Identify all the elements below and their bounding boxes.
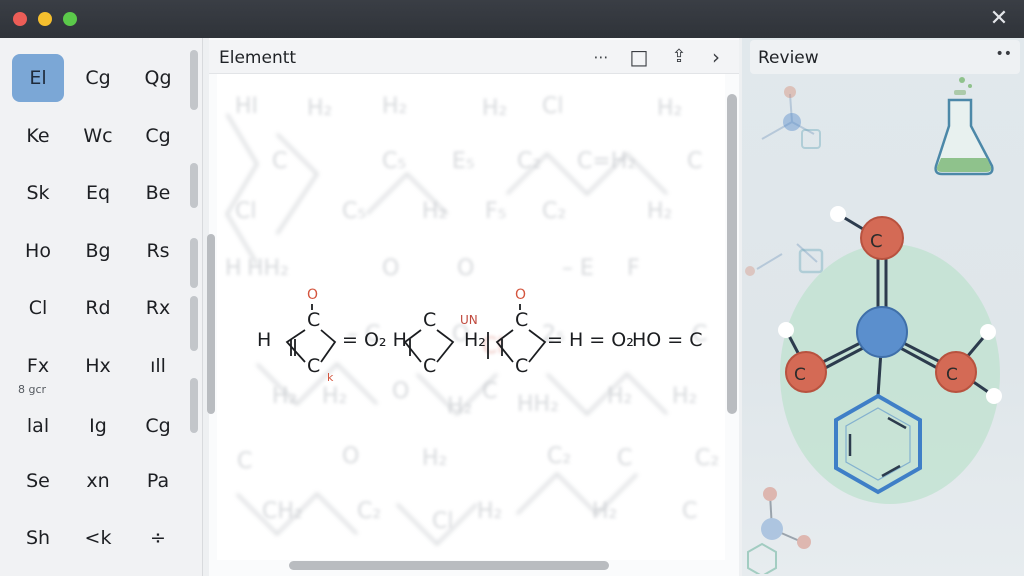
more-options-icon[interactable]: •• — [995, 46, 1012, 62]
svg-text:O: O — [307, 287, 318, 303]
svg-text:C: C — [515, 309, 528, 331]
review-title: Review — [758, 48, 819, 68]
molecule-3d-view[interactable]: C C C — [742, 74, 1024, 574]
svg-text:H₂: H₂ — [464, 329, 486, 351]
editor-horizontal-scrollbar[interactable] — [289, 561, 609, 570]
svg-text:UN: UN — [460, 313, 478, 327]
chevron-right-icon[interactable]: › — [706, 47, 726, 67]
palette-scrollbar-segment[interactable] — [190, 238, 198, 288]
editor-header: Elementt ⋯ □ ⇪ › — [209, 40, 739, 74]
element-cell[interactable]: Rx — [132, 284, 184, 332]
svg-text:k: k — [327, 371, 334, 384]
element-cell[interactable]: Sh — [12, 514, 64, 562]
flask-icon — [934, 77, 994, 176]
svg-text:C: C — [794, 365, 806, 385]
element-cell[interactable]: Ho — [12, 227, 64, 275]
element-cell[interactable]: Ig — [72, 402, 124, 450]
element-cell[interactable]: Cg — [72, 54, 124, 102]
element-cell[interactable]: Eq — [72, 169, 124, 217]
palette-caption: 8 gcr — [18, 383, 47, 396]
element-cell[interactable]: Qg — [132, 54, 184, 102]
svg-text:C: C — [423, 355, 436, 377]
palette-scrollbar-segment[interactable] — [190, 50, 198, 110]
window-square-icon[interactable]: □ — [629, 47, 649, 67]
svg-text:C: C — [307, 309, 320, 331]
element-cell[interactable]: Rd — [72, 284, 124, 332]
element-cell[interactable]: Pa — [132, 457, 184, 505]
svg-text:= O₂ H: = O₂ H — [342, 329, 407, 351]
element-cell[interactable]: Rs — [132, 227, 184, 275]
structural-formula[interactable]: H C = O₂ H C H₂ C = H = O₂ HO = C C C C … — [257, 284, 717, 394]
element-cell[interactable]: Be — [132, 169, 184, 217]
minimize-window-button[interactable] — [38, 12, 52, 26]
element-cell[interactable]: El — [12, 54, 64, 102]
review-header: Review •• — [750, 40, 1020, 74]
palette-scrollbar-segment[interactable] — [190, 163, 198, 208]
element-cell[interactable]: ÷ — [132, 514, 184, 562]
element-cell[interactable]: Ke — [12, 112, 64, 160]
elements-palette: El Cg Qg Ke Wc Cg Sk Eq Be Ho Bg Rs Cl Rd Rx Fx Hx ıll lal… — [0, 38, 203, 576]
element-cell[interactable]: Se — [12, 457, 64, 505]
close-icon[interactable]: ✕ — [986, 6, 1012, 32]
palette-scrollbar-segment[interactable] — [190, 378, 198, 433]
element-cell[interactable]: Cg — [132, 112, 184, 160]
share-icon[interactable]: ⇪ — [669, 47, 689, 67]
editor-left-scrollbar[interactable] — [207, 234, 215, 414]
svg-text:C: C — [423, 309, 436, 331]
svg-text:H: H — [257, 329, 271, 351]
element-cell[interactable]: Sk — [12, 169, 64, 217]
maximize-window-button[interactable] — [63, 12, 77, 26]
more-options-icon[interactable]: ⋯ — [591, 47, 611, 67]
review-panel: Review •• C C C — [742, 38, 1024, 576]
palette-scrollbar-segment[interactable] — [190, 296, 198, 351]
element-cell[interactable]: Hx — [72, 342, 124, 390]
element-cell[interactable]: Cl — [12, 284, 64, 332]
svg-text:C: C — [515, 355, 528, 377]
svg-text:O: O — [515, 287, 526, 303]
close-window-button[interactable] — [13, 12, 27, 26]
svg-text:= H = O₂: = H = O₂ — [547, 329, 634, 351]
svg-text:C: C — [307, 355, 320, 377]
svg-text:C: C — [870, 231, 883, 252]
element-cell[interactable]: Bg — [72, 227, 124, 275]
element-cell[interactable]: ıll — [132, 342, 184, 390]
editor-panel: Elementt ⋯ □ ⇪ › HI H₂ H₂ H₂ Cl H₂ C C₅ … — [207, 38, 739, 576]
app-window: El Cg Qg Ke Wc Cg Sk Eq Be Ho Bg Rs Cl Rd Rx Fx Hx ıll lal… — [0, 38, 1024, 576]
svg-text:C: C — [946, 365, 958, 385]
element-cell[interactable]: xn — [72, 457, 124, 505]
element-cell[interactable]: Wc — [72, 112, 124, 160]
title-bar: ✕ — [0, 0, 1024, 38]
element-cell[interactable]: Cg — [132, 402, 184, 450]
element-cell[interactable]: <k — [72, 514, 124, 562]
element-cell[interactable]: lal — [12, 402, 64, 450]
editor-vertical-scrollbar[interactable] — [727, 94, 737, 414]
structure-canvas[interactable]: HI H₂ H₂ H₂ Cl H₂ C C₅ E₅ C₂ C=H₂ C Cl C… — [217, 74, 725, 560]
svg-text:HO = C: HO = C — [632, 329, 703, 351]
editor-title: Elementt — [219, 48, 297, 68]
